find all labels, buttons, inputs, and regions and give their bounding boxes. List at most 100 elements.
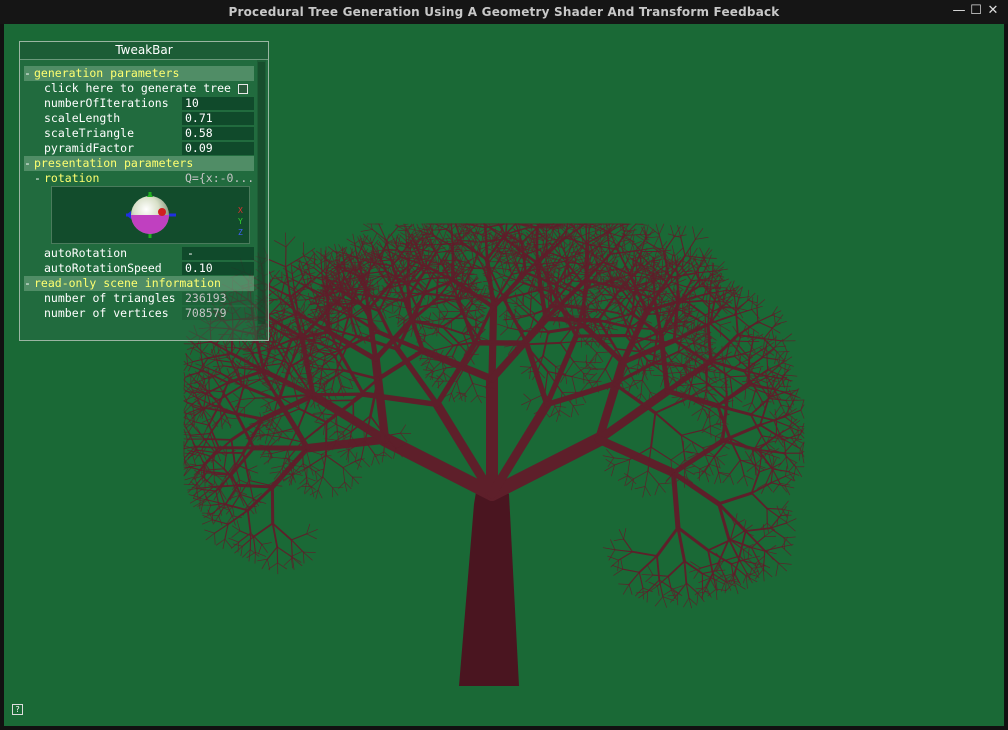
tree-branch: [736, 475, 745, 484]
tree-branch: [322, 454, 327, 478]
minimize-button[interactable]: —: [952, 4, 966, 18]
tree-branch: [656, 555, 661, 581]
tree-branch: [472, 383, 478, 396]
tree-branch: [322, 476, 333, 489]
tree-branch: [694, 228, 704, 240]
tree-branch: [784, 374, 798, 377]
tree-branch: [306, 467, 308, 484]
tree-branch: [437, 306, 446, 319]
tree-branch: [337, 324, 345, 331]
tree-branch: [623, 528, 627, 540]
tree-branch: [306, 533, 317, 540]
tree-branch: [583, 372, 585, 384]
tree-branch: [695, 587, 707, 590]
tree-branch: [306, 529, 318, 535]
tree-branch: [442, 303, 449, 312]
tree-branch: [206, 359, 216, 366]
tree-branch: [613, 568, 624, 576]
tree-branch: [611, 564, 624, 570]
tree-branch: [300, 299, 307, 310]
tree-branch: [747, 546, 750, 560]
tree-branch: [752, 328, 755, 341]
tree-branch: [183, 403, 193, 413]
tree-branch: [645, 574, 654, 583]
tree-branch: [645, 230, 656, 237]
tree-branch: [248, 378, 265, 381]
tree-branch: [462, 240, 481, 243]
tree-branch: [638, 555, 658, 574]
tree-branch: [432, 230, 440, 245]
tree-branch: [776, 505, 782, 516]
tree-branch: [474, 306, 477, 318]
tree-branch: [213, 459, 225, 470]
tree-branch: [785, 511, 789, 524]
window-titlebar[interactable]: Procedural Tree Generation Using A Geome…: [0, 0, 1008, 24]
tree-branch: [754, 563, 760, 575]
tree-branch: [215, 490, 220, 507]
tree-branch: [267, 258, 287, 268]
tree-branch: [352, 476, 359, 485]
tree-branch: [374, 454, 387, 457]
tree-branch: [184, 434, 192, 447]
close-button[interactable]: ✕: [986, 4, 1000, 18]
tree-branch: [266, 428, 276, 430]
maximize-button[interactable]: ☐: [969, 4, 983, 18]
tree-branch: [782, 362, 794, 367]
tree-branch: [795, 439, 805, 444]
tree-branch: [500, 327, 509, 336]
tree-branch: [672, 585, 684, 590]
tree-branch: [277, 562, 287, 570]
tree-branch: [183, 364, 188, 371]
tree-branch: [600, 294, 603, 305]
tree-branch: [366, 275, 382, 283]
tree-branch: [493, 267, 510, 270]
tree-branch: [252, 536, 256, 553]
tree-branch: [214, 532, 216, 545]
tree-branch: [292, 557, 303, 567]
tree-branch: [783, 439, 797, 454]
tree-branch: [680, 225, 687, 238]
tree-branch: [283, 557, 293, 566]
tree-branch: [205, 472, 215, 482]
tree-branch: [757, 321, 773, 329]
tree-branch: [214, 475, 226, 478]
tree-branch: [261, 397, 270, 404]
tree-branch: [261, 544, 268, 553]
tree-branch: [683, 560, 688, 584]
tree-branch: [350, 244, 362, 248]
tree-branch: [613, 538, 624, 541]
tree-branch: [744, 530, 766, 552]
tree-branch: [234, 406, 245, 408]
tree-branch: [583, 372, 595, 376]
tree-branch: [506, 253, 520, 262]
tree-branch: [331, 370, 337, 389]
tree-branch: [658, 223, 665, 235]
tree-branch: [641, 574, 654, 576]
tree-branch: [748, 375, 763, 377]
tree-branch: [183, 452, 193, 455]
tree-branch: [778, 456, 787, 468]
render-viewport[interactable]: TweakBar - generation parameters click h…: [4, 24, 1004, 726]
tree-branch: [530, 287, 533, 300]
tree-branch: [267, 359, 278, 364]
tree-branch: [194, 341, 212, 345]
tree-branch: [226, 417, 237, 420]
tree-branch: [348, 448, 357, 459]
tree-branch: [224, 538, 232, 548]
tree-branch: [776, 359, 787, 362]
tree-branch: [519, 366, 532, 368]
tree-branch: [639, 225, 645, 235]
tree-branch: [317, 489, 323, 499]
tree-branch: [388, 314, 400, 319]
tree-branch: [424, 320, 434, 322]
tree-branch: [301, 464, 311, 473]
tree-branch: [312, 412, 323, 414]
tree-branch: [342, 467, 346, 483]
tree-branch: [757, 314, 773, 323]
tree-branch: [216, 356, 228, 360]
tree-branch: [758, 456, 762, 473]
tree-branch: [598, 250, 610, 253]
tree-branch: [320, 454, 325, 466]
tree-branch: [522, 304, 536, 315]
tree-branch: [303, 551, 305, 564]
